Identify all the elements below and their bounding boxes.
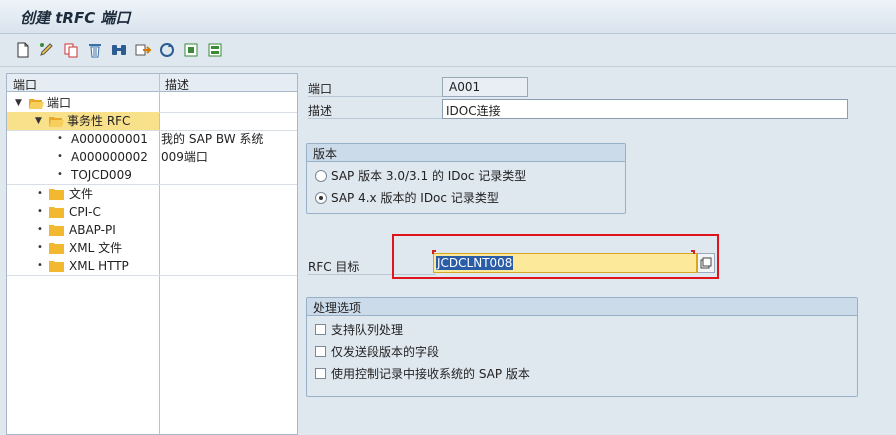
tree-node-label: 事务性 RFC [67, 114, 131, 128]
checkbox-label: 使用控制记录中接收系统的 SAP 版本 [331, 367, 530, 381]
delete-icon[interactable] [86, 41, 104, 59]
tree-node-root[interactable]: ▼ 端口 [7, 94, 297, 112]
radio-label: SAP 4.x 版本的 IDoc 记录类型 [331, 191, 499, 205]
tree-header-port: 端口 [13, 78, 38, 92]
tree-node-tojcd009[interactable]: • TOJCD009 [7, 166, 297, 184]
tree-node-description: 009端口 [161, 150, 208, 164]
checkbox[interactable] [315, 346, 326, 357]
port-detail-form: 端口 A001 描述 IDOC连接 版本 SAP 版本 3.0/3.1 的 ID… [302, 68, 896, 435]
tree-node-a000000001[interactable]: • A000000001 我的 SAP BW 系统 [7, 130, 297, 148]
copy-icon[interactable] [62, 41, 80, 59]
new-document-icon[interactable] [14, 41, 32, 59]
tree-node-cpic[interactable]: • CPI-C [7, 203, 297, 221]
tree-node-label: CPI-C [69, 205, 101, 219]
version-group-title: 版本 [307, 144, 625, 162]
value-help-icon [700, 257, 712, 269]
open-folder-icon [49, 115, 64, 127]
value-help-button[interactable] [697, 253, 715, 273]
leaf-bullet-icon: • [57, 133, 63, 144]
radio-button-selected[interactable] [315, 192, 327, 204]
radio-label: SAP 版本 3.0/3.1 的 IDoc 记录类型 [331, 169, 527, 183]
checkbox-label: 支持队列处理 [331, 323, 404, 337]
refresh-icon[interactable] [158, 41, 176, 59]
expand-icon[interactable]: ▼ [35, 112, 42, 130]
tree-node-description: 我的 SAP BW 系统 [161, 132, 264, 146]
folder-icon [49, 188, 64, 200]
processing-group-title: 处理选项 [307, 298, 857, 316]
checkbox[interactable] [315, 324, 326, 335]
leaf-bullet-icon: • [37, 242, 43, 253]
folder-icon [49, 260, 64, 272]
label-underline [308, 118, 444, 119]
tree-node-label: XML HTTP [69, 259, 129, 273]
rfc-target-input[interactable]: JCDCLNT008 [433, 253, 697, 273]
focus-corner-marker [432, 250, 436, 254]
checkbox[interactable] [315, 368, 326, 379]
tree-node-label: A000000001 [71, 132, 148, 146]
tree-node-label: A000000002 [71, 150, 148, 164]
tree-node-xml-file[interactable]: • XML 文件 [7, 239, 297, 257]
rfc-target-label: RFC 目标 [308, 260, 360, 274]
rfc-target-value: JCDCLNT008 [436, 256, 514, 270]
tree-node-label: XML 文件 [69, 241, 123, 255]
leaf-bullet-icon: • [37, 206, 43, 217]
port-tree: 端口 描述 ▼ 端口 ▼ 事务性 RFC • A000000001 我的 SAP… [6, 73, 298, 435]
tree-node-trfc[interactable]: ▼ 事务性 RFC [7, 112, 159, 130]
tree-header-description: 描述 [165, 78, 190, 92]
title-bar: 创建 tRFC 端口 [0, 0, 896, 34]
description-input[interactable]: IDOC连接 [442, 99, 848, 119]
print-icon[interactable] [182, 41, 200, 59]
port-field: A001 [442, 77, 528, 97]
tree-header: 端口 描述 [7, 74, 297, 92]
radio-button[interactable] [315, 170, 327, 182]
edit-icon[interactable] [38, 41, 56, 59]
tree-node-label: 端口 [47, 96, 72, 110]
row-divider [7, 275, 297, 276]
tree-node-label: 文件 [69, 187, 94, 201]
open-folder-icon [29, 97, 44, 109]
application-toolbar [0, 35, 896, 67]
folder-icon [49, 242, 64, 254]
tree-node-a000000002[interactable]: • A000000002 009端口 [7, 148, 297, 166]
tree-node-label: ABAP-PI [69, 223, 116, 237]
version-group: 版本 SAP 版本 3.0/3.1 的 IDoc 记录类型 SAP 4.x 版本… [306, 143, 626, 214]
folder-icon [49, 206, 64, 218]
tree-node-abap-pi[interactable]: • ABAP-PI [7, 221, 297, 239]
transport-icon[interactable] [134, 41, 152, 59]
port-label: 端口 [308, 82, 333, 96]
find-icon[interactable] [110, 41, 128, 59]
label-underline [308, 96, 444, 97]
window-title: 创建 tRFC 端口 [20, 9, 131, 27]
processing-options-group: 处理选项 支持队列处理 仅发送段版本的字段 使用控制记录中接收系统的 SAP 版… [306, 297, 858, 397]
leaf-bullet-icon: • [37, 224, 43, 235]
description-label: 描述 [308, 104, 333, 118]
leaf-bullet-icon: • [57, 169, 63, 180]
print-preview-icon[interactable] [206, 41, 224, 59]
tree-node-file[interactable]: • 文件 [7, 185, 297, 203]
leaf-bullet-icon: • [37, 260, 43, 271]
focus-corner-marker [691, 250, 695, 254]
leaf-bullet-icon: • [37, 188, 43, 199]
leaf-bullet-icon: • [57, 151, 63, 162]
checkbox-label: 仅发送段版本的字段 [331, 345, 440, 359]
tree-node-label: TOJCD009 [71, 168, 132, 182]
tree-node-xml-http[interactable]: • XML HTTP [7, 257, 297, 275]
folder-icon [49, 224, 64, 236]
expand-icon[interactable]: ▼ [15, 94, 22, 112]
